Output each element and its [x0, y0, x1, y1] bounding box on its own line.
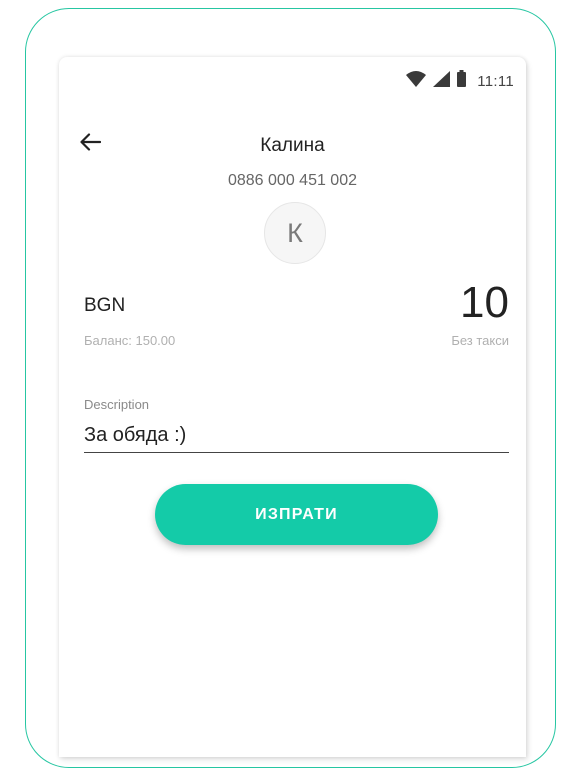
phone-screen: 11:11 Калина 0886 000 451 002 К BGN Бала…: [59, 57, 526, 757]
avatar-initial: К: [287, 217, 303, 248]
battery-icon: [457, 70, 467, 92]
description-label: Description: [84, 397, 150, 412]
amount-value[interactable]: 10: [460, 281, 509, 325]
status-bar: 11:11: [406, 70, 514, 92]
wifi-icon: [406, 70, 427, 92]
description-input[interactable]: [84, 419, 509, 453]
avatar: К: [264, 202, 326, 264]
status-time: 11:11: [477, 72, 514, 90]
contact-phone: 0886 000 451 002: [227, 172, 357, 189]
balance-text: Баланс: 150.00: [84, 333, 176, 348]
contact-name: Калина: [260, 135, 325, 156]
send-button[interactable]: ИЗПРАТИ: [155, 484, 438, 545]
fee-note: Без такси: [451, 333, 509, 348]
cell-signal-icon: [433, 70, 451, 92]
currency-selector[interactable]: BGN: [84, 295, 125, 317]
